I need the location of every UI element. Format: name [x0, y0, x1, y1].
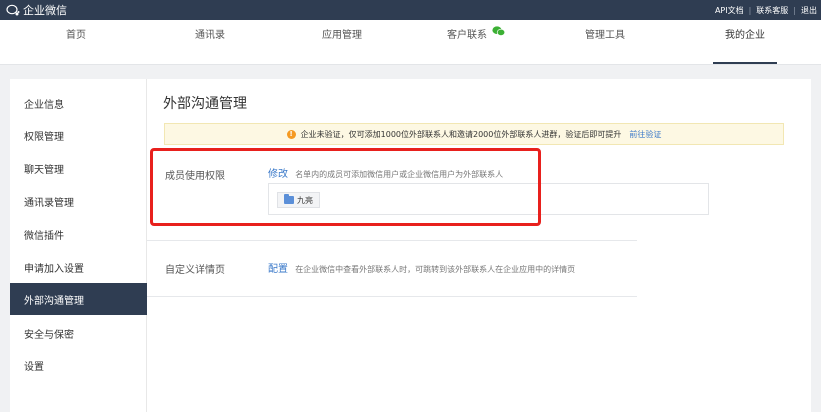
- modify-link[interactable]: 修改: [268, 169, 288, 180]
- section-divider: [147, 296, 637, 297]
- sidebar-item-wechat-plugin[interactable]: 微信插件: [10, 218, 147, 250]
- member-list: 九亮: [268, 183, 709, 215]
- top-links: API文档 | 联系客服 | 退出: [715, 5, 821, 16]
- folder-icon: [284, 194, 294, 204]
- tab-customer-contact[interactable]: 客户联系: [426, 20, 526, 64]
- custom-detail-label: 自定义详情页: [165, 265, 225, 276]
- sidebar-item-external-communication[interactable]: 外部沟通管理: [10, 283, 147, 315]
- tab-label: 客户联系: [447, 30, 487, 41]
- sidebar-item-permissions[interactable]: 权限管理: [10, 119, 147, 151]
- sidebar-item-label: 通讯录管理: [24, 197, 74, 209]
- tab-home[interactable]: 首页: [36, 20, 116, 64]
- member-name: 九亮: [297, 195, 313, 205]
- page-title: 外部沟通管理: [163, 96, 247, 112]
- warning-text: 企业未验证，仅可添加1000位外部联系人和邀请2000位外部联系人进群，验证后即…: [300, 129, 622, 139]
- tab-label: 首页: [66, 30, 86, 41]
- wecom-logo-icon: [6, 4, 20, 16]
- sidebar-item-chat-management[interactable]: 聊天管理: [10, 152, 147, 184]
- sidebar-item-settings[interactable]: 设置: [10, 349, 147, 381]
- divider: |: [793, 5, 796, 15]
- sidebar-item-label: 权限管理: [24, 131, 64, 143]
- tab-my-enterprise[interactable]: 我的企业: [705, 20, 785, 64]
- top-bar: 企业微信 API文档 | 联系客服 | 退出: [0, 0, 821, 20]
- sidebar-item-label: 外部沟通管理: [24, 295, 84, 307]
- api-docs-link[interactable]: API文档: [715, 5, 744, 16]
- divider: |: [748, 5, 752, 15]
- app-name: 企业微信: [23, 4, 67, 17]
- sidebar-item-label: 申请加入设置: [24, 263, 84, 275]
- main-content: 外部沟通管理 ! 企业未验证，仅可添加1000位外部联系人和邀请2000位外部联…: [147, 79, 811, 412]
- support-link[interactable]: 联系客服: [756, 5, 788, 16]
- configure-link[interactable]: 配置: [268, 264, 288, 275]
- tab-label: 我的企业: [725, 30, 765, 41]
- tab-contacts[interactable]: 通讯录: [170, 20, 250, 64]
- main-nav: 首页 通讯录 应用管理 客户联系 管理工具 我的企业: [0, 20, 821, 65]
- member-permission-desc: 名单内的成员可添加微信用户或企业微信用户为外部联系人: [295, 170, 504, 179]
- tab-label: 通讯录: [195, 30, 225, 41]
- tab-label: 应用管理: [322, 30, 362, 41]
- sidebar-item-label: 聊天管理: [24, 164, 64, 176]
- sidebar-item-enterprise-info[interactable]: 企业信息: [10, 87, 147, 119]
- member-tag[interactable]: 九亮: [277, 192, 320, 208]
- logout-link[interactable]: 退出: [801, 5, 817, 16]
- section-divider: [147, 240, 637, 241]
- wechat-icon: [492, 26, 505, 36]
- tab-app-management[interactable]: 应用管理: [302, 20, 382, 64]
- tab-label: 管理工具: [585, 30, 625, 41]
- verify-link[interactable]: 前往验证: [629, 129, 661, 140]
- sidebar: 企业信息 权限管理 聊天管理 通讯录管理 微信插件 申请加入设置 外部沟通管理 …: [10, 79, 147, 412]
- sidebar-item-contacts-management[interactable]: 通讯录管理: [10, 185, 147, 217]
- member-permission-line: 修改 名单内的成员可添加微信用户或企业微信用户为外部联系人: [268, 165, 503, 180]
- sidebar-item-label: 安全与保密: [24, 329, 74, 341]
- custom-detail-desc: 在企业微信中查看外部联系人时，可跳转到该外部联系人在企业应用中的详情页: [295, 265, 576, 274]
- tab-management-tools[interactable]: 管理工具: [565, 20, 645, 64]
- verification-warning: ! 企业未验证，仅可添加1000位外部联系人和邀请2000位外部联系人进群，验证…: [164, 123, 784, 145]
- sidebar-item-label: 设置: [24, 361, 44, 373]
- app-logo[interactable]: 企业微信: [0, 2, 67, 18]
- sidebar-item-label: 企业信息: [24, 99, 64, 111]
- sidebar-item-join-settings[interactable]: 申请加入设置: [10, 251, 147, 283]
- custom-detail-line: 配置 在企业微信中查看外部联系人时，可跳转到该外部联系人在企业应用中的详情页: [268, 260, 575, 275]
- member-permission-label: 成员使用权限: [165, 171, 225, 182]
- sidebar-item-security[interactable]: 安全与保密: [10, 317, 147, 349]
- sidebar-item-label: 微信插件: [24, 230, 64, 242]
- warning-icon: !: [286, 129, 296, 139]
